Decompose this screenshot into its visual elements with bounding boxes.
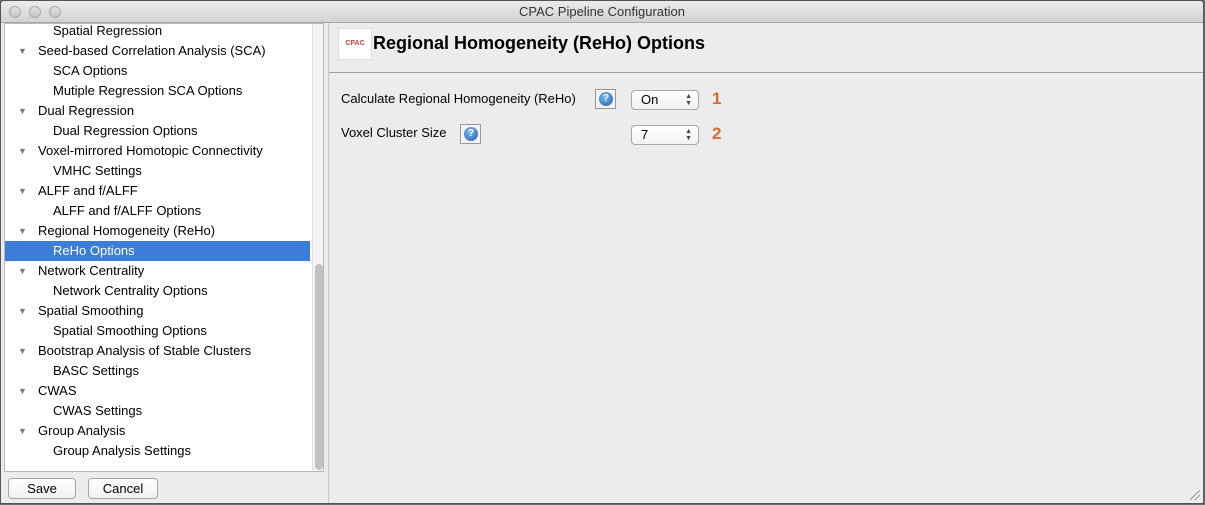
tree-item-label: Mutiple Regression SCA Options — [53, 83, 243, 98]
tree-item[interactable]: Network Centrality Options — [5, 281, 310, 301]
tree-item-label: Network Centrality Options — [53, 283, 208, 298]
tree-item-label: Spatial Smoothing Options — [53, 323, 207, 338]
disclosure-triangle-icon[interactable]: ▼ — [18, 181, 27, 201]
tree-group[interactable]: ▼ CWAS — [5, 381, 310, 401]
tree-item-label: SCA Options — [53, 63, 128, 78]
tree-item-label: ALFF and f/ALFF Options — [53, 203, 202, 218]
tree-item-label: ReHo Options — [53, 243, 135, 258]
tree-item-label: CWAS Settings — [53, 403, 143, 418]
tree-item[interactable]: SCA Options — [5, 61, 310, 81]
cluster-size-value: 7 — [641, 127, 649, 142]
stepper-arrows-icon: ▲ ▼ — [685, 128, 692, 142]
tree-group[interactable]: ▼ ALFF and f/ALFF — [5, 181, 310, 201]
page-title: Regional Homogeneity (ReHo) Options — [373, 33, 706, 53]
disclosure-triangle-icon[interactable]: ▼ — [18, 221, 27, 241]
disclosure-triangle-icon[interactable]: ▼ — [18, 101, 27, 121]
help-icon: ? — [599, 92, 613, 106]
help-button-cluster[interactable]: ? — [460, 124, 481, 144]
disclosure-triangle-icon[interactable]: ▼ — [18, 301, 27, 321]
cancel-button[interactable]: Cancel — [88, 478, 158, 499]
tree-item-label: VMHC Settings — [53, 163, 142, 178]
tree-item-label: Dual Regression Options — [53, 123, 198, 138]
tree-group[interactable]: ▼ Spatial Smoothing — [5, 301, 310, 321]
tree-item[interactable]: ReHo Options — [5, 241, 310, 261]
tree-scrollbar[interactable] — [312, 24, 323, 471]
tree-group[interactable]: ▼ Regional Homogeneity (ReHo) — [5, 221, 310, 241]
window-title: CPAC Pipeline Configuration — [519, 4, 685, 19]
tree-item-label: Regional Homogeneity (ReHo) — [38, 223, 216, 238]
stepper-arrows-icon: ▲ ▼ — [685, 93, 692, 107]
tree-item[interactable]: Spatial Regression — [5, 23, 310, 41]
tree-group[interactable]: ▼ Group Analysis — [5, 421, 310, 441]
tree-item[interactable]: VMHC Settings — [5, 161, 310, 181]
reho-select[interactable]: On ▲ ▼ — [631, 90, 699, 110]
tree-item-label: Group Analysis Settings — [53, 443, 192, 458]
resize-grip[interactable] — [1190, 490, 1200, 500]
disclosure-triangle-icon[interactable]: ▼ — [18, 341, 27, 361]
annotation-2: 2 — [712, 124, 722, 143]
window: CPAC Pipeline Configuration Group Analys… — [0, 0, 1204, 504]
options-panel: CPAC Regional Homogeneity (ReHo) Options… — [328, 23, 1203, 503]
tree-item-label: Group Analysis — [38, 423, 126, 438]
tree-item[interactable]: CWAS Settings — [5, 401, 310, 421]
tree-item-label: Dual Regression — [38, 103, 135, 118]
minimize-window-button[interactable] — [29, 6, 41, 18]
annotation-1: 1 — [712, 89, 722, 108]
tree-item-label: Seed-based Correlation Analysis (SCA) — [38, 43, 266, 58]
tree-item-label: CWAS — [38, 383, 77, 398]
reho-value: On — [641, 92, 659, 107]
cluster-size-label: Voxel Cluster Size — [341, 125, 447, 140]
cpac-logo: CPAC — [338, 28, 372, 60]
tree-item[interactable]: Dual Regression Options — [5, 121, 310, 141]
tree-group[interactable]: ▼ Network Centrality — [5, 261, 310, 281]
tree-group[interactable]: ▼ Voxel-mirrored Homotopic Connectivity — [5, 141, 310, 161]
disclosure-triangle-icon[interactable]: ▼ — [18, 261, 27, 281]
tree-item-label: BASC Settings — [53, 363, 139, 378]
cluster-size-select[interactable]: 7 ▲ ▼ — [631, 125, 699, 145]
divider — [329, 72, 1203, 73]
tree-item-label: Network Centrality — [38, 263, 145, 278]
tree-item-label: Spatial Regression — [53, 23, 163, 38]
title-bar: CPAC Pipeline Configuration — [1, 1, 1203, 23]
tree-item[interactable]: Spatial Smoothing Options — [5, 321, 310, 341]
disclosure-triangle-icon[interactable]: ▼ — [18, 141, 27, 161]
reho-label: Calculate Regional Homogeneity (ReHo) — [341, 91, 576, 106]
tree-item-label: Bootstrap Analysis of Stable Clusters — [38, 343, 252, 358]
navigation-tree: Group Analysis Settings ▼ Group Analysis CW… — [4, 23, 324, 472]
tree-item-label: ALFF and f/ALFF — [38, 183, 138, 198]
tree-item[interactable]: Mutiple Regression SCA Options — [5, 81, 310, 101]
save-button[interactable]: Save — [8, 478, 76, 499]
help-icon: ? — [464, 127, 478, 141]
close-window-button[interactable] — [9, 6, 21, 18]
tree-item-label: Voxel-mirrored Homotopic Connectivity — [38, 143, 263, 158]
tree-group[interactable]: ▼ Seed-based Correlation Analysis (SCA) — [5, 41, 310, 61]
disclosure-triangle-icon[interactable]: ▼ — [18, 421, 27, 441]
tree-item[interactable]: Group Analysis Settings — [5, 441, 310, 461]
tree-item[interactable]: BASC Settings — [5, 361, 310, 381]
tree-group[interactable]: ▼ Dual Regression — [5, 101, 310, 121]
tree-item[interactable]: ALFF and f/ALFF Options — [5, 201, 310, 221]
zoom-window-button[interactable] — [49, 6, 61, 18]
scrollbar-thumb[interactable] — [315, 264, 323, 470]
tree-item-label: Spatial Smoothing — [38, 303, 144, 318]
disclosure-triangle-icon[interactable]: ▼ — [18, 41, 27, 61]
disclosure-triangle-icon[interactable]: ▼ — [18, 381, 27, 401]
help-button-reho[interactable]: ? — [595, 89, 616, 109]
tree-group[interactable]: ▼ Bootstrap Analysis of Stable Clusters — [5, 341, 310, 361]
